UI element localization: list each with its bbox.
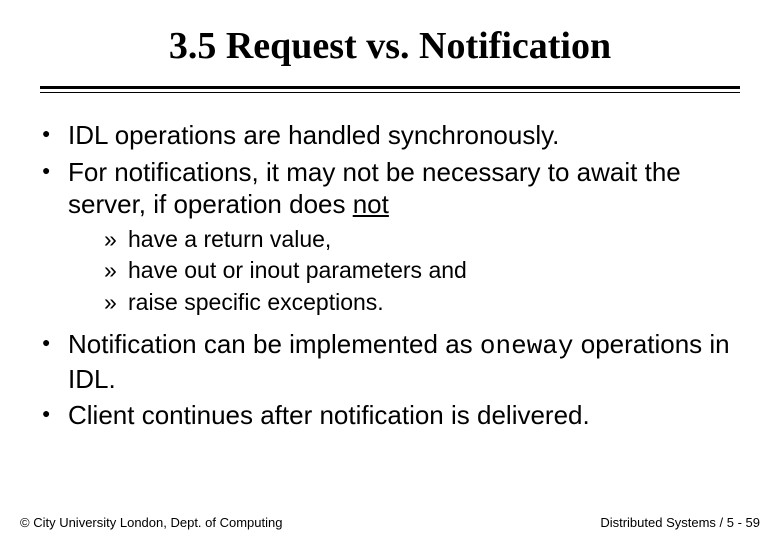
footer-left: © City University London, Dept. of Compu… <box>20 515 282 530</box>
slide-body: IDL operations are handled synchronously… <box>40 119 740 432</box>
slide-title: 3.5 Request vs. Notification <box>40 24 740 68</box>
title-rule <box>40 86 740 93</box>
sub-bullet-2: have out or inout parameters and <box>104 256 738 286</box>
bullet-2-underlined: not <box>353 189 389 219</box>
bullet-1: IDL operations are handled synchronously… <box>42 119 738 152</box>
bullet-2: For notifications, it may not be necessa… <box>42 156 738 319</box>
footer-right: Distributed Systems / 5 - 59 <box>600 515 760 530</box>
sub-bullet-1: have a return value, <box>104 225 738 255</box>
bullet-3: Notification can be implemented as onewa… <box>42 328 738 395</box>
sub-bullet-3: raise specific exceptions. <box>104 288 738 318</box>
bullet-3-mono: oneway <box>480 331 574 361</box>
bullet-4: Client continues after notification is d… <box>42 399 738 432</box>
bullet-3-pre: Notification can be implemented as <box>68 329 480 359</box>
